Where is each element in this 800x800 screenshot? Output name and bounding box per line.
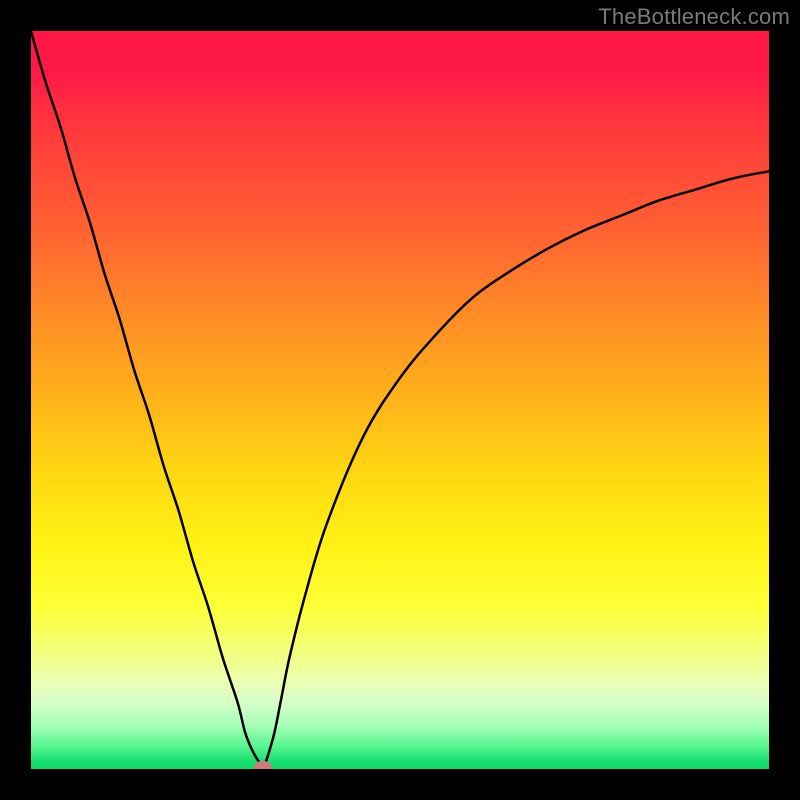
watermark-text: TheBottleneck.com: [598, 4, 790, 30]
plot-area: [31, 31, 769, 769]
bottleneck-curve: [31, 31, 769, 769]
optimal-point-marker: [254, 761, 272, 769]
chart-frame: TheBottleneck.com: [0, 0, 800, 800]
